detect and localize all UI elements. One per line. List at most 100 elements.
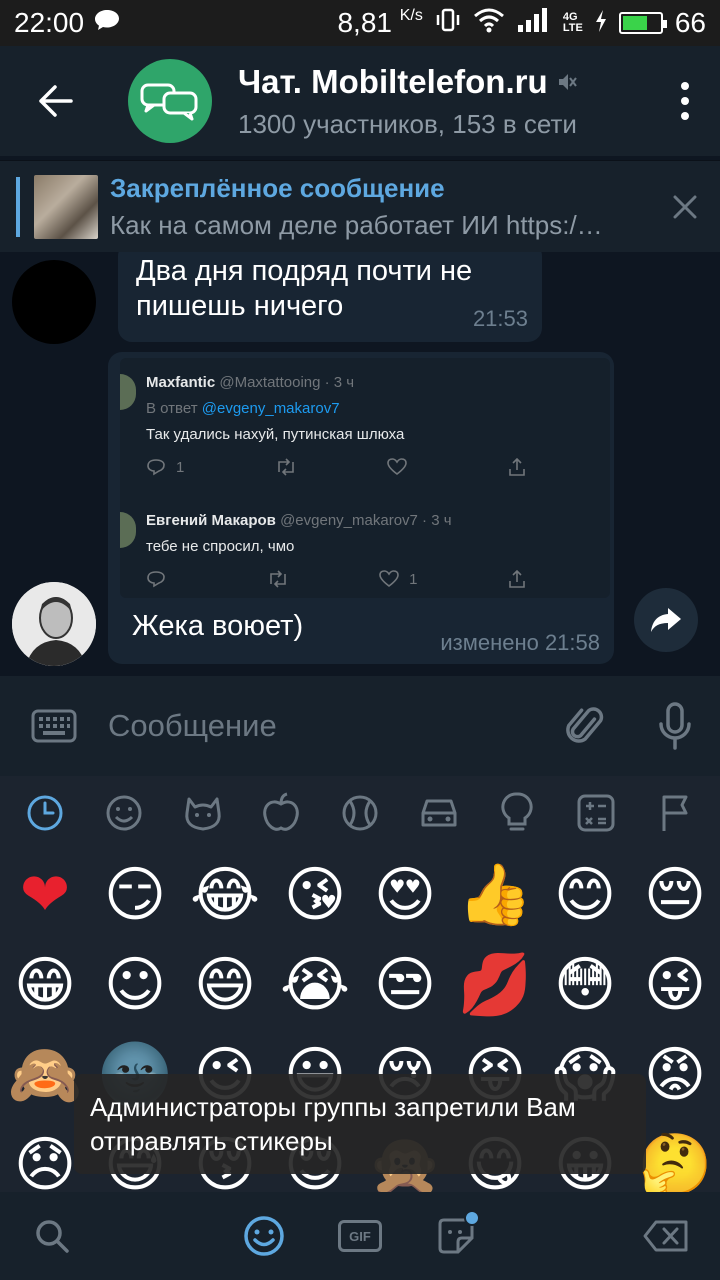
message-time: изменено 21:58 <box>440 630 600 655</box>
pinned-title: Закреплённое сообщение <box>110 172 445 203</box>
lte-icon: 4G LTE <box>562 11 583 34</box>
backspace-button[interactable] <box>636 1206 696 1266</box>
chat-header: Чат. Mobiltelefon.ru 1300 участников, 15… <box>0 46 720 156</box>
chat-members-count: 1300 участников, 153 в сети <box>238 108 577 139</box>
tweet-avatar <box>120 374 136 410</box>
emoji-item[interactable]: 😳 <box>540 940 630 1030</box>
chat-title: Чат. Mobiltelefon.ru <box>238 62 548 100</box>
message-bubble[interactable]: Maxfantic @Maxtattooing · 3 ч В ответ @e… <box>108 352 614 664</box>
share-icon <box>508 570 526 588</box>
travel-icon[interactable] <box>409 783 469 843</box>
emoji-item[interactable]: 😄 <box>180 940 270 1030</box>
emoji-item[interactable]: 😜 <box>630 940 720 1030</box>
animals-icon[interactable] <box>173 783 233 843</box>
vibrate-icon <box>435 7 461 40</box>
pinned-body: Как на самом деле работает ИИ https:/… <box>110 209 603 240</box>
reply-icon: 1 <box>146 458 184 476</box>
smiley-icon <box>244 1216 284 1256</box>
emoji-panel: ❤😏😂😘😍👍😊😔😁☺😄😭😒💋😳😜🙈🌚😉😃😢😝😱😡😞😅😚😌🙊😋😀🤔 Админис… <box>0 776 720 1280</box>
battery-icon <box>618 12 667 34</box>
emoji-item[interactable]: 😏 <box>90 850 180 940</box>
message-list[interactable]: Два дня подряд почти не пишешь ничего 21… <box>0 252 720 676</box>
backspace-icon <box>643 1220 688 1252</box>
food-icon[interactable] <box>251 783 311 843</box>
like-icon: 1 <box>379 570 417 588</box>
network-speed: 8,81 K/s <box>337 7 423 38</box>
smileys-icon[interactable] <box>94 783 154 843</box>
tweet-avatar <box>120 512 136 548</box>
signal-icon <box>517 7 551 40</box>
new-stickers-badge <box>464 1210 480 1226</box>
emoji-item[interactable]: ❤ <box>0 850 90 940</box>
objects-icon[interactable] <box>487 783 547 843</box>
dot <box>681 112 689 120</box>
microphone-icon <box>659 702 691 750</box>
message-notification-icon <box>94 7 120 39</box>
search-icon <box>36 1220 69 1253</box>
gif-label: GIF <box>338 1220 382 1252</box>
charging-icon <box>595 7 607 39</box>
group-avatar[interactable] <box>128 59 212 143</box>
retweet-icon <box>267 570 289 588</box>
pinned-thumbnail <box>34 174 98 239</box>
attach-button[interactable] <box>540 704 630 748</box>
emoji-item[interactable]: 😍 <box>360 850 450 940</box>
user-portrait-icon <box>12 582 96 666</box>
search-emoji-button[interactable] <box>22 1206 82 1266</box>
chat-info[interactable]: Чат. Mobiltelefon.ru 1300 участников, 15… <box>238 63 650 140</box>
dot <box>681 97 689 105</box>
flags-icon[interactable] <box>645 783 705 843</box>
sticker-restriction-toast: Администраторы группы запретили Вам отпр… <box>74 1074 646 1174</box>
battery-level: 66 <box>674 7 706 38</box>
paperclip-icon <box>566 707 604 743</box>
sports-icon[interactable] <box>330 783 390 843</box>
share-icon <box>508 458 526 476</box>
emoji-category-bar <box>0 776 720 850</box>
forward-icon <box>651 608 681 632</box>
retweet-icon <box>275 458 297 476</box>
emoji-item[interactable]: ☺ <box>90 940 180 1030</box>
message-text: Жека воюет) <box>132 610 304 642</box>
voice-record-button[interactable] <box>630 702 720 750</box>
muted-icon <box>558 73 577 90</box>
chat-bubbles-icon <box>140 83 198 121</box>
emoji-item[interactable]: 😒 <box>360 940 450 1030</box>
close-icon <box>673 195 697 218</box>
avatar[interactable] <box>12 260 96 344</box>
like-icon <box>387 458 417 476</box>
more-menu-button[interactable] <box>650 82 720 120</box>
pinned-message-bar[interactable]: Закреплённое сообщение Как на самом деле… <box>0 160 720 252</box>
recent-icon[interactable] <box>15 783 75 843</box>
emoji-item[interactable]: 😭 <box>270 940 360 1030</box>
attached-image[interactable]: Maxfantic @Maxtattooing · 3 ч В ответ @e… <box>120 358 610 598</box>
dot <box>681 82 689 90</box>
emoji-item[interactable]: 😂 <box>180 850 270 940</box>
status-time: 22:00 <box>14 7 85 38</box>
emoji-item[interactable]: 😘 <box>270 850 360 940</box>
message-bubble[interactable]: Два дня подряд почти не пишешь ничего 21… <box>118 252 542 342</box>
forward-button[interactable] <box>634 588 698 652</box>
emoji-item[interactable]: 👍 <box>450 850 540 940</box>
symbols-icon[interactable] <box>566 783 626 843</box>
emoji-item[interactable]: 😔 <box>630 850 720 940</box>
message-text: Два дня подряд почти не пишешь ничего <box>136 255 473 322</box>
keyboard-icon <box>31 709 77 743</box>
emoji-item[interactable]: 😁 <box>0 940 90 1030</box>
close-pinned-button[interactable] <box>650 195 720 219</box>
back-button[interactable] <box>0 46 110 156</box>
message-input[interactable] <box>108 708 540 744</box>
wifi-icon <box>473 7 505 40</box>
emoji-bottom-tabs: GIF <box>0 1192 720 1280</box>
tweet: Евгений Макаров @evgeny_makarov7 · 3 ч т… <box>120 508 610 598</box>
stickers-tab[interactable] <box>426 1206 486 1266</box>
message-input-bar <box>0 676 720 776</box>
emoji-tab[interactable] <box>234 1206 294 1266</box>
keyboard-toggle-button[interactable] <box>0 709 108 743</box>
emoji-item[interactable]: 😊 <box>540 850 630 940</box>
pinned-indicator <box>16 176 20 237</box>
tweet: Maxfantic @Maxtattooing · 3 ч В ответ @e… <box>120 370 610 490</box>
gif-tab[interactable]: GIF <box>330 1206 390 1266</box>
status-bar: 22:00 8,81 K/s 4G LTE 66 <box>0 0 720 46</box>
emoji-item[interactable]: 💋 <box>450 940 540 1030</box>
avatar[interactable] <box>12 582 96 666</box>
